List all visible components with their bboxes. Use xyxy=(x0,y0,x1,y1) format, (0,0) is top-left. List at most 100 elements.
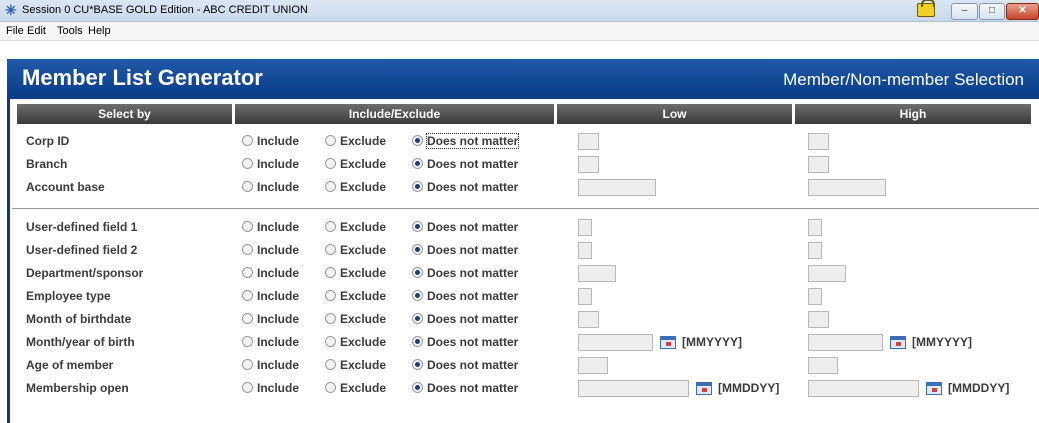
radio-dot-icon[interactable] xyxy=(325,382,336,393)
radio-dot-icon[interactable] xyxy=(325,135,336,146)
menu-file[interactable]: File xyxy=(6,25,24,37)
radio-dot-icon[interactable] xyxy=(242,221,253,232)
low-value-input[interactable] xyxy=(578,311,599,328)
high-value-input[interactable] xyxy=(808,242,822,259)
radio-does-not-matter[interactable]: Does not matter xyxy=(412,312,518,326)
radio-dot-icon[interactable] xyxy=(325,221,336,232)
low-value-input[interactable] xyxy=(578,219,592,236)
menu-edit[interactable]: Edit xyxy=(27,25,46,37)
radio-dot-icon[interactable] xyxy=(325,267,336,278)
radio-exclude[interactable]: Exclude xyxy=(325,312,386,326)
radio-dot-icon[interactable] xyxy=(325,181,336,192)
radio-include[interactable]: Include xyxy=(242,157,299,171)
radio-dot-icon[interactable] xyxy=(412,290,423,301)
low-value-input[interactable] xyxy=(578,133,599,150)
radio-does-not-matter[interactable]: Does not matter xyxy=(412,358,518,372)
low-calendar-icon[interactable] xyxy=(696,382,712,395)
radio-exclude[interactable]: Exclude xyxy=(325,220,386,234)
high-value-input[interactable] xyxy=(808,334,883,351)
radio-dot-icon[interactable] xyxy=(242,181,253,192)
radio-dot-icon[interactable] xyxy=(325,313,336,324)
radio-exclude[interactable]: Exclude xyxy=(325,266,386,280)
radio-exclude[interactable]: Exclude xyxy=(325,134,386,148)
radio-dot-icon[interactable] xyxy=(412,359,423,370)
radio-include[interactable]: Include xyxy=(242,312,299,326)
high-value-input[interactable] xyxy=(808,179,886,196)
low-value-input[interactable] xyxy=(578,357,608,374)
radio-dot-icon[interactable] xyxy=(325,359,336,370)
high-calendar-icon[interactable] xyxy=(926,382,942,395)
menu-tools[interactable]: Tools xyxy=(57,25,83,37)
radio-exclude[interactable]: Exclude xyxy=(325,358,386,372)
high-value-input[interactable] xyxy=(808,133,829,150)
radio-dot-icon[interactable] xyxy=(412,313,423,324)
radio-dot-icon[interactable] xyxy=(412,336,423,347)
radio-dot-icon[interactable] xyxy=(242,336,253,347)
radio-dot-icon[interactable] xyxy=(412,158,423,169)
radio-does-not-matter[interactable]: Does not matter xyxy=(412,180,518,194)
minimize-button[interactable]: – xyxy=(951,3,978,20)
radio-does-not-matter[interactable]: Does not matter xyxy=(412,157,518,171)
low-value-input[interactable] xyxy=(578,334,653,351)
radio-exclude[interactable]: Exclude xyxy=(325,243,386,257)
maximize-button[interactable]: □ xyxy=(979,3,1005,20)
low-value-input[interactable] xyxy=(578,242,592,259)
radio-include[interactable]: Include xyxy=(242,134,299,148)
radio-dot-icon[interactable] xyxy=(325,158,336,169)
low-calendar-icon[interactable] xyxy=(660,336,676,349)
radio-include[interactable]: Include xyxy=(242,266,299,280)
high-value-input[interactable] xyxy=(808,265,846,282)
radio-dot-icon[interactable] xyxy=(412,244,423,255)
radio-exclude[interactable]: Exclude xyxy=(325,381,386,395)
radio-dot-icon[interactable] xyxy=(325,336,336,347)
radio-does-not-matter[interactable]: Does not matter xyxy=(412,220,518,234)
radio-dot-icon[interactable] xyxy=(325,244,336,255)
high-value-input[interactable] xyxy=(808,357,838,374)
high-value-input[interactable] xyxy=(808,380,919,397)
radio-does-not-matter[interactable]: Does not matter xyxy=(412,289,518,303)
radio-dot-icon[interactable] xyxy=(242,290,253,301)
radio-dot-icon[interactable] xyxy=(242,158,253,169)
radio-does-not-matter[interactable]: Does not matter xyxy=(412,266,518,280)
radio-dot-icon[interactable] xyxy=(412,181,423,192)
lock-icon[interactable] xyxy=(917,0,935,17)
high-value-input[interactable] xyxy=(808,156,829,173)
radio-does-not-matter[interactable]: Does not matter xyxy=(412,335,518,349)
radio-dot-icon[interactable] xyxy=(412,221,423,232)
low-value-input[interactable] xyxy=(578,380,689,397)
radio-dot-icon[interactable] xyxy=(242,267,253,278)
high-value-input[interactable] xyxy=(808,219,822,236)
high-value-input[interactable] xyxy=(808,288,822,305)
radio-include[interactable]: Include xyxy=(242,335,299,349)
radio-dot-icon[interactable] xyxy=(242,313,253,324)
close-button[interactable]: ✕ xyxy=(1006,3,1039,20)
radio-exclude[interactable]: Exclude xyxy=(325,180,386,194)
radio-include[interactable]: Include xyxy=(242,243,299,257)
radio-does-not-matter[interactable]: Does not matter xyxy=(412,243,518,257)
radio-dot-icon[interactable] xyxy=(325,290,336,301)
low-value-input[interactable] xyxy=(578,179,656,196)
radio-dot-icon[interactable] xyxy=(242,244,253,255)
radio-exclude[interactable]: Exclude xyxy=(325,335,386,349)
low-value-input[interactable] xyxy=(578,265,616,282)
high-value-input[interactable] xyxy=(808,311,829,328)
radio-include[interactable]: Include xyxy=(242,381,299,395)
radio-dot-icon[interactable] xyxy=(242,135,253,146)
low-value-input[interactable] xyxy=(578,288,592,305)
radio-dot-icon[interactable] xyxy=(242,359,253,370)
radio-include[interactable]: Include xyxy=(242,358,299,372)
radio-dot-icon[interactable] xyxy=(242,382,253,393)
low-value-input[interactable] xyxy=(578,156,599,173)
radio-dot-icon[interactable] xyxy=(412,382,423,393)
radio-include[interactable]: Include xyxy=(242,220,299,234)
radio-dot-icon[interactable] xyxy=(412,267,423,278)
radio-does-not-matter[interactable]: Does not matter xyxy=(412,133,520,149)
high-calendar-icon[interactable] xyxy=(890,336,906,349)
radio-exclude[interactable]: Exclude xyxy=(325,157,386,171)
radio-include[interactable]: Include xyxy=(242,180,299,194)
radio-dot-icon[interactable] xyxy=(412,135,423,146)
menu-help[interactable]: Help xyxy=(88,25,111,37)
radio-does-not-matter[interactable]: Does not matter xyxy=(412,381,518,395)
radio-include[interactable]: Include xyxy=(242,289,299,303)
radio-exclude[interactable]: Exclude xyxy=(325,289,386,303)
